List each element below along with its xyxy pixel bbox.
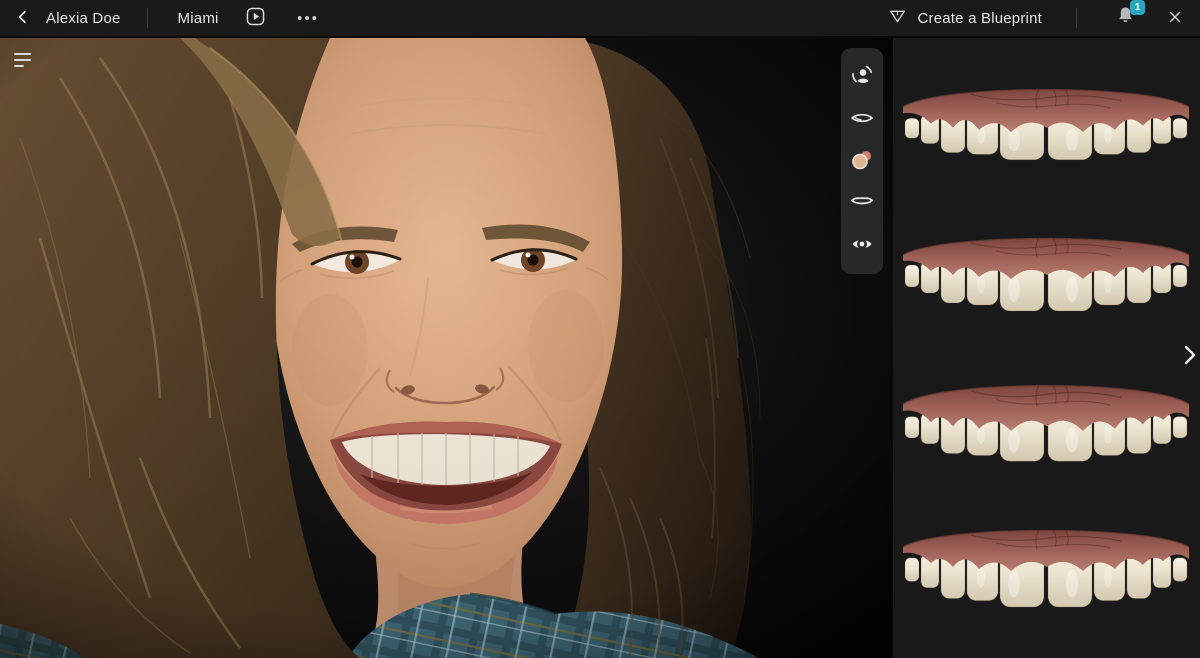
create-blueprint-label: Create a Blueprint xyxy=(917,10,1042,27)
create-blueprint-button[interactable]: Create a Blueprint xyxy=(888,7,1042,29)
visibility-button[interactable] xyxy=(847,230,877,260)
smile-toolbar xyxy=(841,48,883,274)
smile-design-1[interactable] xyxy=(901,72,1191,168)
patient-photo xyxy=(0,38,893,658)
close-button[interactable] xyxy=(1164,6,1186,31)
lips-outline-icon xyxy=(850,106,874,133)
play-square-icon xyxy=(245,6,266,30)
top-bar-right: Create a Blueprint 1 xyxy=(888,5,1186,31)
lip-curves-icon xyxy=(850,190,874,217)
smile-design-2[interactable] xyxy=(901,221,1191,317)
shade-compare-button[interactable] xyxy=(847,146,877,176)
top-bar-left: Alexia Doe Miami xyxy=(12,4,320,32)
menu-button[interactable] xyxy=(13,52,35,70)
chevron-left-icon xyxy=(14,8,32,29)
lips-outline-button[interactable] xyxy=(847,104,877,134)
case-name[interactable]: Miami xyxy=(178,10,219,27)
smile-design-5[interactable] xyxy=(901,650,1191,658)
smile-design-app: Alexia Doe Miami Create a Blueprint xyxy=(0,0,1200,658)
main-area xyxy=(0,38,1200,658)
close-icon xyxy=(1166,8,1184,29)
more-button[interactable] xyxy=(294,9,320,28)
present-button[interactable] xyxy=(243,4,268,32)
ellipsis-icon xyxy=(296,11,318,26)
shade-compare-icon xyxy=(849,147,875,176)
lip-curves-button[interactable] xyxy=(847,188,877,218)
smile-design-4[interactable] xyxy=(901,513,1191,609)
top-bar: Alexia Doe Miami Create a Blueprint xyxy=(0,0,1200,38)
rotate-face-icon xyxy=(850,64,874,91)
smile-designs-sidebar xyxy=(893,38,1200,658)
back-button[interactable] xyxy=(12,6,34,31)
patient-name: Alexia Doe xyxy=(46,10,121,27)
visibility-icon xyxy=(850,232,874,259)
notifications-button[interactable]: 1 xyxy=(1115,5,1136,31)
notification-badge: 1 xyxy=(1130,0,1145,15)
expand-designs-button[interactable] xyxy=(1181,342,1199,370)
rotate-face-button[interactable] xyxy=(847,62,877,92)
patient-photo-canvas[interactable] xyxy=(0,38,893,658)
divider xyxy=(147,8,148,28)
smile-design-3[interactable] xyxy=(901,368,1191,464)
chevron-right-icon xyxy=(1183,354,1197,369)
divider xyxy=(1076,8,1077,28)
funnel-triangle-icon xyxy=(888,7,907,29)
bell-icon xyxy=(1115,13,1136,30)
